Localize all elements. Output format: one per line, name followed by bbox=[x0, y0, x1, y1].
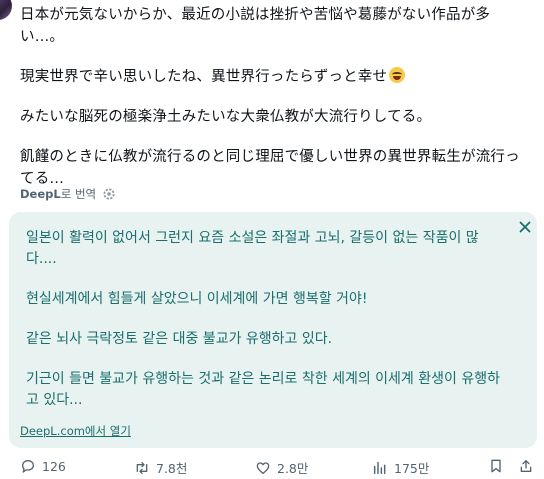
post-paragraph-3: みたいな脳死の極楽浄土みたいな大衆仏教が大流行りしてる。 bbox=[20, 109, 432, 125]
post-paragraph-4: 飢饉のときに仏教が流行るのと同じ理屈で優しい世界の異世界転生が流行ってる… bbox=[20, 149, 520, 187]
views-icon bbox=[373, 461, 386, 474]
translated-by-label: DeepL로 번역 bbox=[20, 186, 96, 202]
gear-icon[interactable] bbox=[102, 187, 116, 201]
like-button[interactable]: 2.8만 bbox=[255, 458, 308, 477]
translation-paragraph-3: 같은 뇌사 극락정토 같은 대중 불교가 유행하고 있다. bbox=[26, 331, 333, 347]
post-paragraph-2-text: 現実世界で辛い思いしたね、異世界行ったらずっと幸せ bbox=[20, 69, 388, 85]
share-button[interactable] bbox=[518, 458, 534, 474]
views-button[interactable]: 175만 bbox=[372, 458, 429, 477]
share-icon bbox=[520, 460, 532, 472]
action-bar: 126 7.8천 2.8만 175만 bbox=[0, 455, 544, 479]
bookmark-icon bbox=[491, 459, 501, 473]
reply-button[interactable]: 126 bbox=[20, 458, 66, 474]
avatar[interactable] bbox=[0, 0, 12, 20]
grinning-squinting-face-emoji-icon bbox=[389, 67, 406, 83]
post-paragraph-2: 現実世界で辛い思いしたね、異世界行ったらずっと幸せ bbox=[20, 66, 525, 88]
translation-paragraph-1: 일본이 활력이 없어서 그런지 요즘 소설은 좌절과 고뇌, 갈등이 없는 작품… bbox=[26, 230, 479, 267]
repost-button[interactable]: 7.8천 bbox=[134, 458, 187, 477]
post-text: 日本が元気ないからか、最近の小説は挫折や苦悩や葛藤がない作品が多い…。 現実世界… bbox=[20, 4, 525, 190]
post-paragraph-1: 日本が元気ないからか、最近の小説は挫折や苦悩や葛藤がない作品が多い…。 bbox=[20, 7, 491, 45]
translation-paragraph-4: 기근이 들면 불교가 유행하는 것과 같은 논리로 착한 세계의 이세계 환생이… bbox=[26, 371, 500, 408]
translation-paragraph-2: 현실세계에서 힘들게 살았으니 이세계에 가면 행복할 거야! bbox=[26, 291, 368, 307]
reply-count: 126 bbox=[42, 458, 66, 474]
views-count: 175만 bbox=[394, 461, 430, 476]
repost-count: 7.8천 bbox=[156, 461, 188, 476]
close-icon[interactable] bbox=[519, 221, 531, 233]
open-in-deepl-link[interactable]: DeepL.com에서 열기 bbox=[20, 423, 131, 439]
bookmark-button[interactable] bbox=[488, 458, 504, 474]
repost-icon bbox=[136, 461, 148, 474]
like-count: 2.8만 bbox=[277, 461, 309, 476]
translated-by-row: DeepL로 번역 bbox=[20, 186, 116, 202]
translation-text: 일본이 활력이 없어서 그런지 요즘 소설은 좌절과 고뇌, 갈등이 없는 작품… bbox=[26, 228, 506, 430]
heart-icon bbox=[256, 461, 270, 474]
reply-icon bbox=[22, 460, 34, 473]
translation-provider: DeepL bbox=[20, 187, 61, 201]
translation-suffix: 로 번역 bbox=[60, 187, 97, 201]
